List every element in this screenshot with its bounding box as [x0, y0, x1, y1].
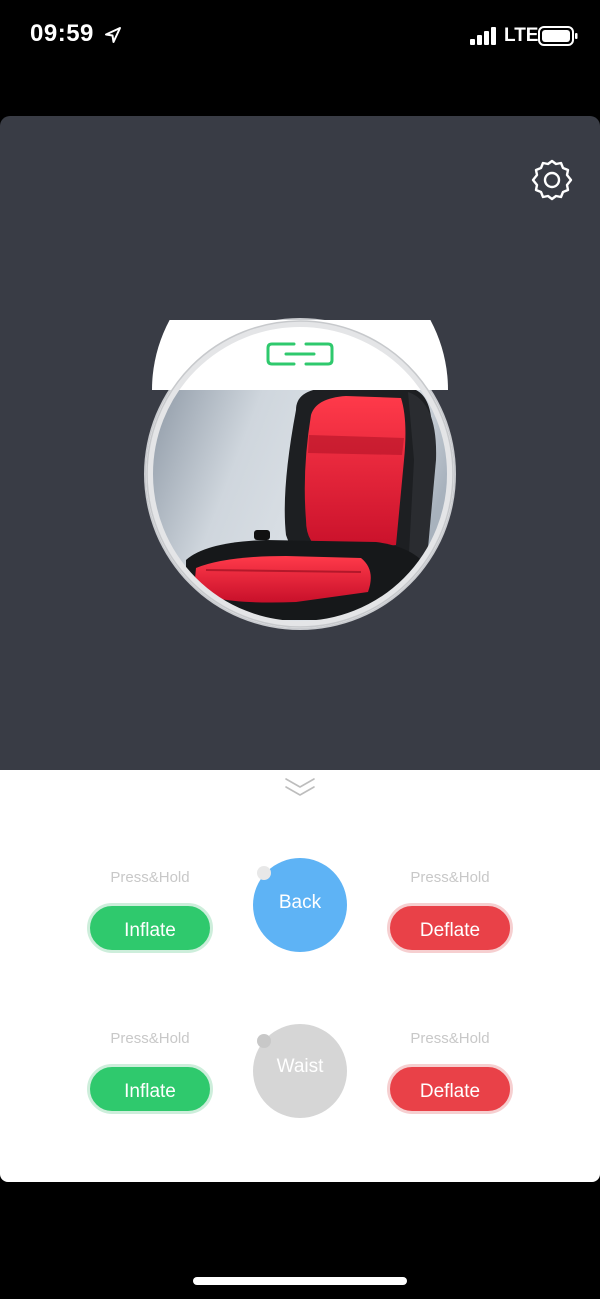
gear-icon[interactable]: [530, 158, 574, 202]
location-arrow-icon: [105, 27, 121, 43]
zone-button-back[interactable]: Back: [253, 858, 347, 952]
zone-indicator-dot: [257, 866, 271, 880]
inflate-hint-waist: Press&Hold: [110, 1030, 190, 1047]
app-screen: 09:59 LTE Press&Hold Inflate Back Press&…: [0, 0, 600, 1299]
home-indicator[interactable]: [193, 1277, 407, 1285]
zone-label-back: Back: [278, 892, 322, 913]
zone-indicator-dot: [257, 1034, 271, 1048]
deflate-hint-waist: Press&Hold: [410, 1030, 490, 1047]
zone-button-waist[interactable]: Waist: [253, 1024, 347, 1118]
status-bar: 09:59 LTE: [0, 0, 600, 72]
network-type-label: LTE: [504, 25, 539, 46]
inflate-button-waist[interactable]: Inflate: [87, 1064, 213, 1114]
deflate-button-back[interactable]: Deflate: [387, 903, 513, 953]
inflate-hint-back: Press&Hold: [110, 869, 190, 886]
status-time: 09:59: [30, 20, 94, 47]
deflate-button-waist[interactable]: Deflate: [387, 1064, 513, 1114]
battery-icon: [538, 26, 578, 46]
zone-label-waist: Waist: [276, 1056, 324, 1077]
signal-icon: [470, 27, 496, 45]
deflate-hint-back: Press&Hold: [410, 869, 490, 886]
link-icon: [266, 342, 334, 366]
chevron-down-icon[interactable]: [284, 776, 316, 800]
inflate-button-back[interactable]: Inflate: [87, 903, 213, 953]
control-card: [0, 770, 600, 1182]
